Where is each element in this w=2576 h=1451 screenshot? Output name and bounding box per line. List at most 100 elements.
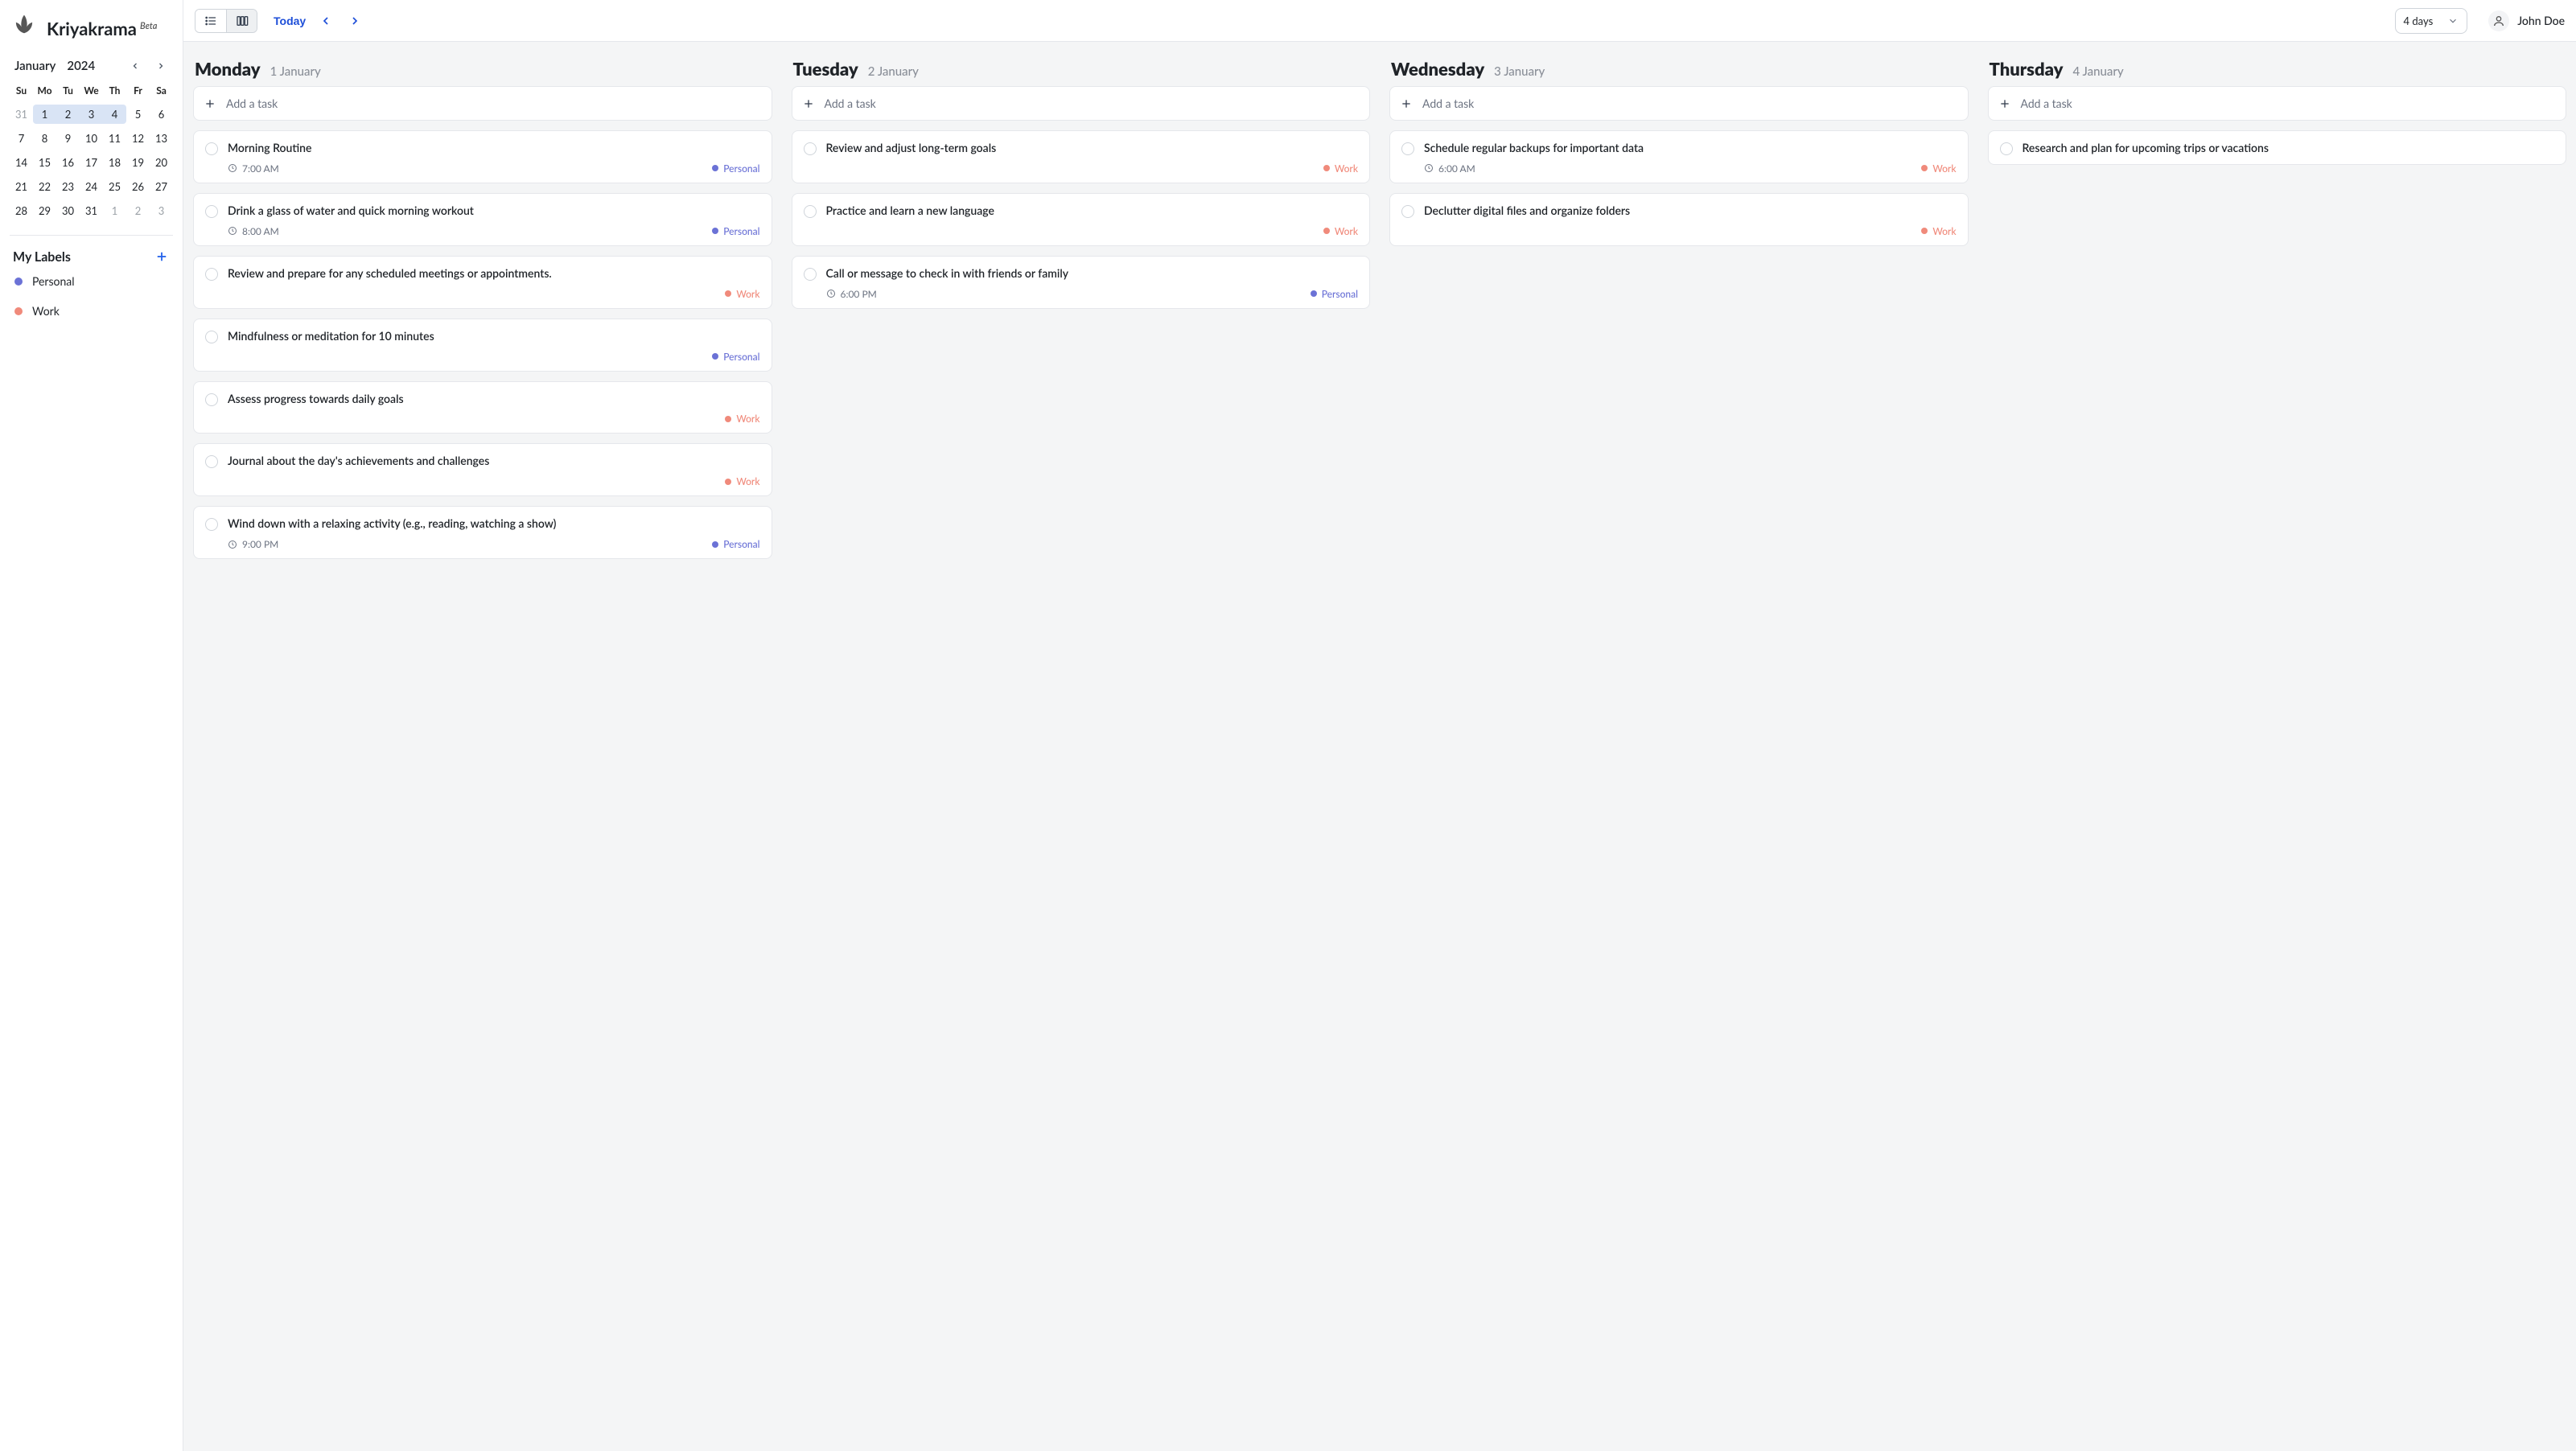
add-label-button[interactable] <box>154 249 170 265</box>
mini-calendar-day[interactable]: 31 <box>10 105 33 124</box>
task-card[interactable]: Review and prepare for any scheduled mee… <box>193 256 772 309</box>
range-select-label: 4 days <box>2404 14 2434 27</box>
today-button[interactable]: Today <box>274 14 306 27</box>
label-dot-icon <box>725 479 731 485</box>
mini-calendar-day[interactable]: 2 <box>56 105 80 124</box>
mini-calendar-dow: Sa <box>150 81 173 100</box>
add-task-input[interactable]: Add a task <box>193 86 772 121</box>
task-card[interactable]: Call or message to check in with friends… <box>792 256 1371 309</box>
mini-calendar-day[interactable]: 21 <box>10 177 33 196</box>
mini-calendar-day[interactable]: 17 <box>80 153 103 172</box>
mini-calendar-day[interactable]: 22 <box>33 177 56 196</box>
task-checkbox[interactable] <box>205 455 218 468</box>
task-checkbox[interactable] <box>205 142 218 155</box>
mini-calendar-day[interactable]: 24 <box>80 177 103 196</box>
user-chip[interactable]: John Doe <box>2488 10 2565 31</box>
label-dot-icon <box>14 277 23 286</box>
task-checkbox[interactable] <box>205 331 218 343</box>
label-name: Work <box>32 304 60 318</box>
mini-calendar-day[interactable]: 6 <box>150 105 173 124</box>
mini-calendar-day[interactable]: 15 <box>33 153 56 172</box>
mini-calendar-day[interactable]: 13 <box>150 129 173 148</box>
mini-calendar-day[interactable]: 18 <box>103 153 126 172</box>
label-row[interactable]: Personal <box>10 266 173 296</box>
mini-calendar-day[interactable]: 23 <box>56 177 80 196</box>
mini-calendar-dow: Fr <box>126 81 150 100</box>
mini-calendar-day[interactable]: 29 <box>33 201 56 220</box>
mini-calendar-day[interactable]: 20 <box>150 153 173 172</box>
task-card[interactable]: Declutter digital files and organize fol… <box>1389 193 1969 246</box>
mini-calendar-day[interactable]: 12 <box>126 129 150 148</box>
add-task-input[interactable]: Add a task <box>792 86 1371 121</box>
task-label: Personal <box>712 225 759 237</box>
task-time: 9:00 PM <box>228 538 278 550</box>
label-dot-icon <box>712 541 718 548</box>
mini-calendar-day[interactable]: 10 <box>80 129 103 148</box>
task-card[interactable]: Mindfulness or meditation for 10 minutes… <box>193 319 772 372</box>
board-view-button[interactable] <box>226 10 257 32</box>
label-dot-icon <box>712 165 718 171</box>
mini-calendar-day[interactable]: 27 <box>150 177 173 196</box>
task-checkbox[interactable] <box>2000 142 2013 155</box>
mini-calendar-day[interactable]: 5 <box>126 105 150 124</box>
add-task-placeholder: Add a task <box>226 97 278 110</box>
list-view-button[interactable] <box>195 10 226 32</box>
task-checkbox[interactable] <box>205 518 218 531</box>
range-select[interactable]: 4 days <box>2395 8 2468 34</box>
task-checkbox[interactable] <box>1401 142 1414 155</box>
task-time: 8:00 AM <box>228 225 279 237</box>
add-task-input[interactable]: Add a task <box>1988 86 2567 121</box>
mini-calendar-day[interactable]: 9 <box>56 129 80 148</box>
label-dot-icon <box>712 228 718 234</box>
task-card[interactable]: Schedule regular backups for important d… <box>1389 130 1969 183</box>
task-card[interactable]: Drink a glass of water and quick morning… <box>193 193 772 246</box>
task-card[interactable]: Wind down with a relaxing activity (e.g.… <box>193 506 772 559</box>
mini-calendar-day[interactable]: 28 <box>10 201 33 220</box>
mini-calendar-day[interactable]: 30 <box>56 201 80 220</box>
task-card[interactable]: Practice and learn a new language Work <box>792 193 1371 246</box>
task-checkbox[interactable] <box>205 205 218 218</box>
task-card[interactable]: Review and adjust long-term goals Work <box>792 130 1371 183</box>
mini-calendar-day[interactable]: 14 <box>10 153 33 172</box>
next-range-button[interactable] <box>346 12 364 30</box>
task-card[interactable]: Research and plan for upcoming trips or … <box>1988 130 2567 165</box>
task-card[interactable]: Morning Routine 7:00 AM Personal <box>193 130 772 183</box>
task-checkbox[interactable] <box>205 268 218 281</box>
mini-calendar-day[interactable]: 3 <box>80 105 103 124</box>
prev-range-button[interactable] <box>317 12 335 30</box>
task-card[interactable]: Journal about the day's achievements and… <box>193 443 772 496</box>
mini-calendar-day[interactable]: 25 <box>103 177 126 196</box>
plus-icon <box>1998 97 2011 110</box>
task-checkbox[interactable] <box>804 205 817 218</box>
add-task-placeholder: Add a task <box>1422 97 1474 110</box>
mini-calendar-day[interactable]: 16 <box>56 153 80 172</box>
column-header: Monday 1 January <box>193 50 772 86</box>
mini-calendar-prev[interactable] <box>128 59 142 73</box>
mini-calendar-day[interactable]: 2 <box>126 201 150 220</box>
mini-calendar-day[interactable]: 31 <box>80 201 103 220</box>
mini-calendar-day[interactable]: 3 <box>150 201 173 220</box>
task-card[interactable]: Assess progress towards daily goals Work <box>193 381 772 434</box>
task-checkbox[interactable] <box>205 393 218 406</box>
add-task-input[interactable]: Add a task <box>1389 86 1969 121</box>
mini-calendar-next[interactable] <box>154 59 168 73</box>
mini-calendar-day[interactable]: 19 <box>126 153 150 172</box>
sidebar-divider <box>10 235 173 236</box>
task-title: Journal about the day's achievements and… <box>228 454 489 469</box>
mini-calendar-day[interactable]: 1 <box>103 201 126 220</box>
mini-calendar-day[interactable]: 8 <box>33 129 56 148</box>
mini-calendar-day[interactable]: 7 <box>10 129 33 148</box>
label-row[interactable]: Work <box>10 296 173 326</box>
mini-calendar-day[interactable]: 11 <box>103 129 126 148</box>
task-checkbox[interactable] <box>804 142 817 155</box>
task-checkbox[interactable] <box>804 268 817 281</box>
mini-calendar-day[interactable]: 1 <box>33 105 56 124</box>
mini-calendar-day[interactable]: 4 <box>103 105 126 124</box>
task-checkbox[interactable] <box>1401 205 1414 218</box>
mini-calendar-dow: Su <box>10 81 33 100</box>
label-dot-icon <box>1311 290 1317 297</box>
label-dot-icon <box>1921 165 1928 171</box>
task-label: Work <box>725 288 759 300</box>
task-label: Work <box>1323 225 1358 237</box>
mini-calendar-day[interactable]: 26 <box>126 177 150 196</box>
